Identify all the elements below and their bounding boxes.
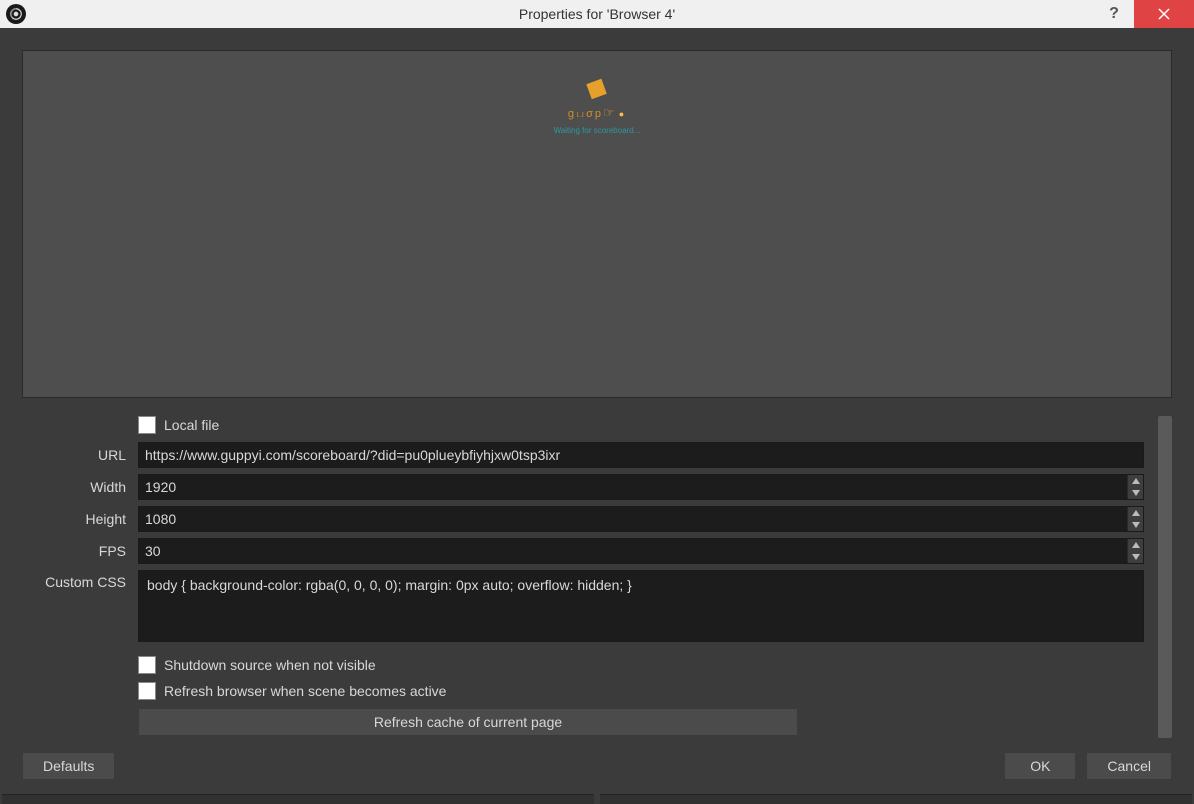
window-title: Properties for 'Browser 4' [519,6,675,22]
local-file-row: Local file [138,416,1144,434]
custom-css-input[interactable] [138,570,1144,642]
fps-row: FPS [22,538,1144,564]
url-label: URL [22,447,138,463]
footer: Defaults OK Cancel [0,738,1194,794]
close-icon [1157,7,1171,21]
chevron-down-icon [1132,522,1140,528]
fps-label: FPS [22,543,138,559]
shutdown-row: Shutdown source when not visible [138,656,1144,674]
local-file-label: Local file [164,417,219,433]
help-icon: ? [1109,5,1119,23]
window-body: gபσp☞● Waiting for scoreboard... Local f… [0,28,1194,804]
fps-input[interactable] [139,539,1127,563]
height-spin [138,506,1144,532]
width-input[interactable] [139,475,1127,499]
refresh-active-checkbox[interactable] [138,682,156,700]
url-row: URL [22,442,1144,468]
bottom-scrubber [0,794,1194,804]
defaults-button[interactable]: Defaults [22,752,115,780]
preview-content: gபσp☞● Waiting for scoreboard... [554,81,641,135]
settings-form: Local file URL Width Height [22,416,1158,738]
bottom-panel-right [600,794,1192,804]
chevron-up-icon [1132,542,1140,548]
refresh-active-label: Refresh browser when scene becomes activ… [164,683,446,699]
local-file-checkbox[interactable] [138,416,156,434]
settings-scrollbar[interactable] [1158,416,1172,738]
height-row: Height [22,506,1144,532]
custom-css-label: Custom CSS [22,570,138,590]
shutdown-checkbox[interactable] [138,656,156,674]
width-spin-up[interactable] [1128,475,1143,487]
width-row: Width [22,474,1144,500]
fps-spin-up[interactable] [1128,539,1143,551]
preview-brand: gபσp☞● [554,105,641,122]
custom-css-row: Custom CSS [22,570,1144,642]
titlebar: Properties for 'Browser 4' ? [0,0,1194,28]
bottom-panel-left [2,794,594,804]
app-icon [6,4,26,24]
dot-icon: ● [619,109,626,119]
settings-area: Local file URL Width Height [0,398,1194,738]
height-spin-up[interactable] [1128,507,1143,519]
fps-spin-down[interactable] [1128,551,1143,563]
preview-panel: gபσp☞● Waiting for scoreboard... [22,50,1172,398]
height-spin-down[interactable] [1128,519,1143,531]
height-label: Height [22,511,138,527]
width-spin [138,474,1144,500]
close-button[interactable] [1134,0,1194,28]
hand-icon: ☞ [603,105,617,120]
cancel-button[interactable]: Cancel [1086,752,1172,780]
ok-button[interactable]: OK [1004,752,1076,780]
preview-logo-shape [587,79,608,100]
help-button[interactable]: ? [1094,0,1134,28]
chevron-up-icon [1132,510,1140,516]
fps-spin [138,538,1144,564]
width-label: Width [22,479,138,495]
scrollbar-thumb[interactable] [1158,416,1172,738]
refresh-cache-button[interactable]: Refresh cache of current page [138,708,798,736]
chevron-down-icon [1132,554,1140,560]
chevron-up-icon [1132,478,1140,484]
preview-tagline: Waiting for scoreboard... [554,126,641,135]
width-spin-down[interactable] [1128,487,1143,499]
refresh-active-row: Refresh browser when scene becomes activ… [138,682,1144,700]
height-input[interactable] [139,507,1127,531]
url-input[interactable] [138,442,1144,468]
chevron-down-icon [1132,490,1140,496]
shutdown-label: Shutdown source when not visible [164,657,376,673]
